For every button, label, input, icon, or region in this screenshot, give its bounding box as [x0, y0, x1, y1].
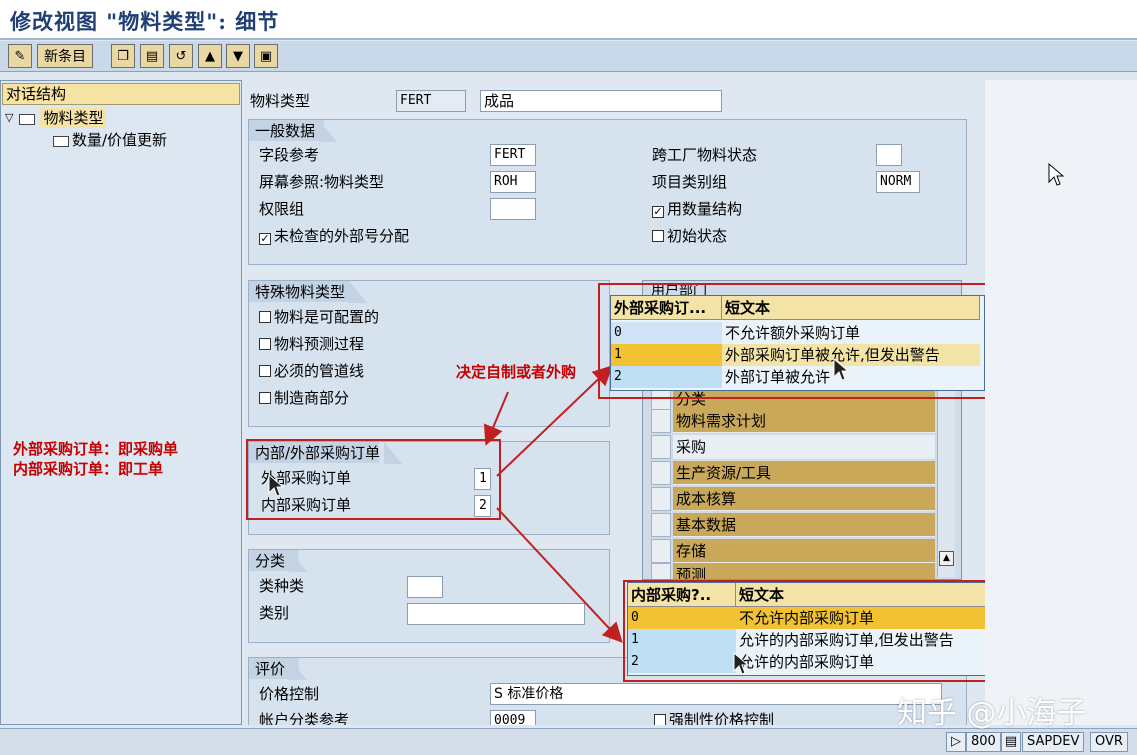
- internal-po-value-help: 内部采购?.. 短文本 0 不允许内部采购订单 1 允许的内部采购订单,但发出警…: [627, 582, 997, 676]
- table-row-selected[interactable]: 1 外部采购订单被允许,但发出警告: [611, 344, 980, 366]
- row-text: 外部订单被允许: [725, 368, 831, 386]
- arrow-to-external-popup: [496, 365, 613, 477]
- status-toggle-icon[interactable]: ▷: [946, 732, 966, 752]
- row-key: 0: [611, 322, 722, 344]
- table-row-selected[interactable]: 0 不允许内部采购订单: [628, 607, 992, 629]
- row-key: 2: [611, 366, 722, 388]
- table-row[interactable]: 1 允许的内部采购订单,但发出警告: [628, 629, 992, 651]
- column-header[interactable]: 短文本: [736, 583, 992, 607]
- session-info-icon[interactable]: ▤: [1001, 732, 1021, 752]
- arrow-to-internal-popup: [496, 507, 623, 643]
- client-indicator: 800: [966, 732, 1001, 752]
- status-bar: ▷ 800 ▤ SAPDEV OVR: [0, 728, 1137, 755]
- table-row[interactable]: 0 不允许额外采购订单: [611, 322, 980, 344]
- row-text: 不允许额外采购订单: [725, 324, 861, 342]
- table-row[interactable]: 2 允许的内部采购订单: [628, 651, 992, 673]
- row-text: 允许的内部采购订单: [739, 653, 875, 671]
- external-po-value-help: 外部采购订... 短文本 0 不允许额外采购订单 1 外部采购订单被允许,但发出…: [610, 295, 985, 391]
- row-text: 外部采购订单被允许,但发出警告: [722, 344, 980, 366]
- column-header[interactable]: 外部采购订...: [611, 296, 722, 320]
- row-key: 1: [611, 344, 722, 366]
- mouse-pointer-icon: [833, 358, 850, 381]
- watermark: 知乎 @小海子: [897, 696, 1087, 731]
- row-key: 1: [628, 629, 736, 651]
- row-key: 0: [628, 607, 736, 629]
- row-text: 不允许内部采购订单: [736, 607, 992, 629]
- mouse-pointer-icon: [733, 652, 750, 675]
- row-key: 2: [628, 651, 736, 673]
- column-header[interactable]: 短文本: [722, 296, 980, 320]
- arrow-to-procurement: [483, 391, 509, 446]
- column-header[interactable]: 内部采购?..: [628, 583, 736, 607]
- insert-mode-indicator: OVR: [1090, 732, 1128, 752]
- row-text: 允许的内部采购订单,但发出警告: [739, 631, 954, 649]
- system-indicator: SAPDEV: [1022, 732, 1085, 752]
- annotation-text: 决定自制或者外购: [456, 363, 577, 381]
- mouse-pointer-icon: [268, 474, 285, 497]
- table-row[interactable]: 2 外部订单被允许: [611, 366, 980, 388]
- mouse-pointer-icon: [1048, 163, 1064, 186]
